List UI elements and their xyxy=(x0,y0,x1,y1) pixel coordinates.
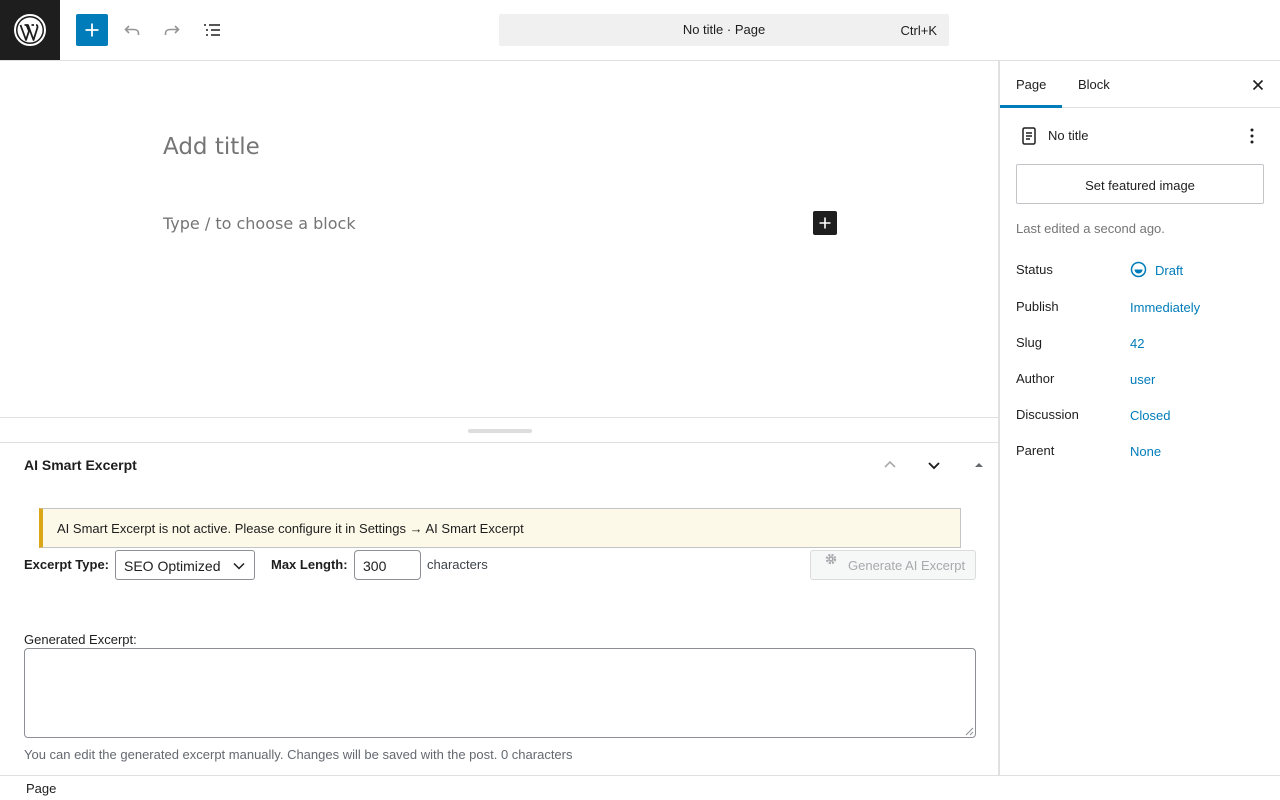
parent-value[interactable]: None xyxy=(1130,444,1161,459)
plus-icon xyxy=(85,23,99,37)
discussion-label: Discussion xyxy=(1016,407,1079,422)
undo-icon xyxy=(124,25,140,35)
settings-sidebar: Page Block No title Set featured image L… xyxy=(999,61,1280,775)
parent-label: Parent xyxy=(1016,443,1055,458)
author-value[interactable]: user xyxy=(1130,372,1155,387)
excerpt-type-label: Excerpt Type: xyxy=(24,557,110,572)
characters-label: characters xyxy=(427,557,488,572)
redo-button[interactable] xyxy=(156,14,188,46)
add-block-button[interactable] xyxy=(76,14,108,46)
author-label: Author xyxy=(1016,371,1055,386)
page-document-icon xyxy=(1017,124,1041,148)
max-length-input[interactable]: 300 xyxy=(354,550,421,580)
wordpress-logo-icon[interactable] xyxy=(0,0,60,60)
default-block-appender[interactable]: Type / to choose a block xyxy=(163,214,356,233)
status-value[interactable]: Draft xyxy=(1155,263,1183,278)
inactive-notice: AI Smart Excerpt is not active. Please c… xyxy=(39,508,961,548)
keyboard-shortcut-label: Ctrl+K xyxy=(900,23,937,38)
document-title: No title xyxy=(1048,128,1089,143)
max-length-value: 300 xyxy=(363,558,387,574)
gear-icon xyxy=(825,553,837,565)
status-label: Status xyxy=(1016,262,1053,277)
inline-add-block-button[interactable] xyxy=(813,211,837,235)
editor-footer: Page xyxy=(0,775,1280,800)
tab-block[interactable]: Block xyxy=(1078,77,1110,92)
set-featured-image-button[interactable]: Set featured image xyxy=(1016,164,1264,204)
list-view-icon xyxy=(204,24,220,36)
chevron-down-icon xyxy=(233,562,245,570)
close-icon xyxy=(1252,79,1264,91)
document-overview-button[interactable] xyxy=(196,14,228,46)
undo-button[interactable] xyxy=(116,14,148,46)
active-tab-indicator xyxy=(1000,105,1062,108)
last-edited-text: Last edited a second ago. xyxy=(1016,221,1165,236)
toggle-panel-button[interactable] xyxy=(967,453,991,477)
sidebar-tabs: Page Block xyxy=(1000,61,1280,108)
arrow-up-icon xyxy=(975,463,983,467)
redo-icon xyxy=(164,25,180,35)
breadcrumb[interactable]: Page xyxy=(26,781,56,796)
editor-header: No title · Page Ctrl+K xyxy=(0,0,1280,61)
excerpt-help-text: You can edit the generated excerpt manua… xyxy=(24,747,573,762)
resize-handle[interactable] xyxy=(468,429,532,433)
max-length-label: Max Length: xyxy=(271,557,348,572)
command-palette-button[interactable]: No title · Page Ctrl+K xyxy=(499,14,949,46)
excerpt-type-value: SEO Optimized xyxy=(124,558,221,574)
chevron-down-icon xyxy=(928,462,940,470)
move-up-button[interactable] xyxy=(878,453,902,477)
move-down-button[interactable] xyxy=(922,453,946,477)
metabox-resize-area xyxy=(0,417,999,443)
draft-status-icon xyxy=(1130,261,1147,278)
featured-image-label: Set featured image xyxy=(1085,178,1195,193)
document-actions-button[interactable] xyxy=(1240,124,1264,148)
publish-value[interactable]: Immediately xyxy=(1130,300,1200,315)
publish-label: Publish xyxy=(1016,299,1059,314)
notice-text: AI Smart Excerpt is not active. Please c… xyxy=(57,521,524,536)
editor-canvas: Add title Type / to choose a block xyxy=(0,61,999,418)
post-title-input[interactable]: Add title xyxy=(163,134,260,160)
document-title-label: No title · Page xyxy=(682,22,766,37)
more-vertical-icon xyxy=(1250,128,1254,144)
generated-excerpt-label: Generated Excerpt: xyxy=(24,632,137,647)
plus-icon xyxy=(819,217,831,229)
excerpt-type-select[interactable]: SEO Optimized xyxy=(115,550,255,580)
metabox-title: AI Smart Excerpt xyxy=(24,457,137,473)
chevron-up-icon xyxy=(884,460,896,468)
slug-value[interactable]: 42 xyxy=(1130,336,1144,351)
ai-smart-excerpt-metabox: AI Smart Excerpt AI Smart Excerpt is not… xyxy=(0,443,999,776)
slug-label: Slug xyxy=(1016,335,1043,350)
tab-page[interactable]: Page xyxy=(1016,77,1046,92)
discussion-value[interactable]: Closed xyxy=(1130,408,1170,423)
resize-grip-icon[interactable] xyxy=(965,727,974,736)
generate-ai-excerpt-button[interactable]: Generate AI Excerpt xyxy=(810,550,976,580)
close-settings-button[interactable] xyxy=(1246,73,1270,97)
generate-button-label: Generate AI Excerpt xyxy=(848,558,966,573)
generated-excerpt-textarea[interactable] xyxy=(24,648,976,738)
